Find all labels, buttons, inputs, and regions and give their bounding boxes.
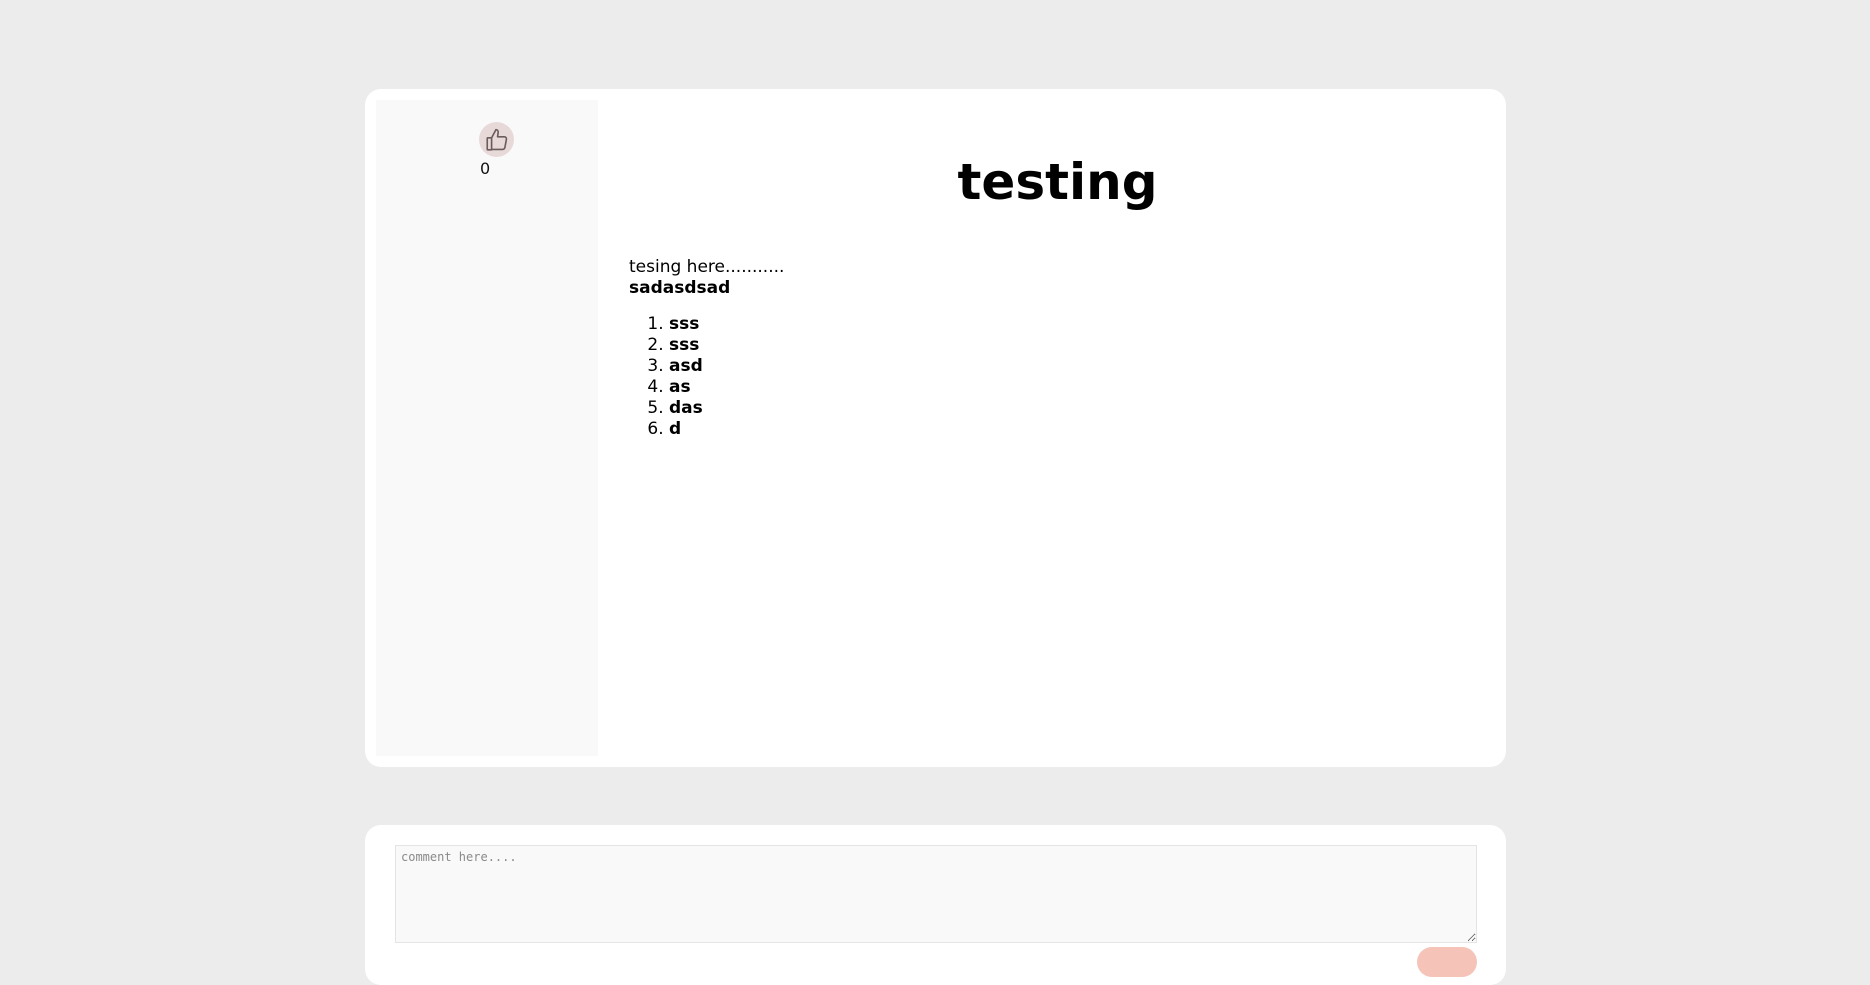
list-item: sss (669, 335, 784, 356)
comment-input[interactable] (395, 845, 1477, 943)
post-title: testing (957, 153, 1158, 211)
list-item: sss (669, 314, 784, 335)
like-button[interactable] (479, 122, 514, 157)
post-card: 0 testing tesing here........... sadasds… (365, 89, 1506, 767)
list-item: das (669, 398, 784, 419)
post-body: tesing here........... sadasdsad sss sss… (629, 257, 784, 440)
comment-card (365, 825, 1506, 985)
list-item: as (669, 377, 784, 398)
post-list: sss sss asd as das d (629, 314, 784, 440)
post-body-text: tesing here........... (629, 257, 785, 277)
list-item: d (669, 419, 784, 440)
like-count: 0 (480, 159, 491, 178)
thumbs-up-icon (485, 128, 507, 151)
post-body-bold-text: sadasdsad (629, 278, 731, 298)
post-side-panel: 0 (376, 100, 598, 756)
list-item: asd (669, 356, 784, 377)
submit-comment-button[interactable] (1417, 947, 1477, 977)
